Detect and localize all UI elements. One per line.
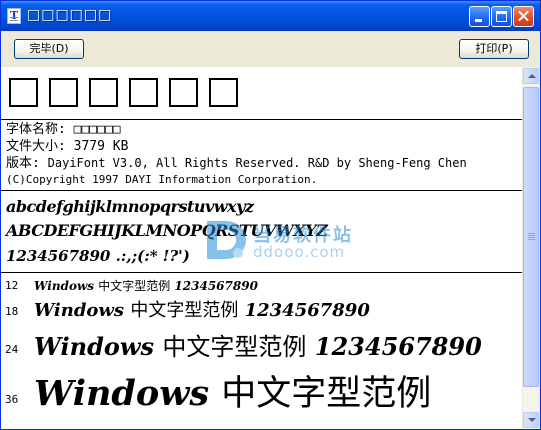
lowercase-sample: abcdefghijklmnopqrstuvwxyz	[6, 197, 254, 216]
missing-glyph-box	[49, 78, 78, 107]
size-label: 36	[5, 393, 19, 406]
arrow-up-icon	[528, 74, 536, 78]
vertical-scrollbar[interactable]	[522, 67, 539, 429]
window-title: □□□□□□	[27, 7, 113, 23]
size-label: 24	[5, 343, 19, 356]
watermark-en-text: ddooo.com	[253, 243, 346, 261]
grip-line	[528, 239, 535, 240]
sample-latin: Windows	[34, 373, 210, 414]
sample-latin: Windows	[34, 332, 155, 361]
toolbar: 完毕(D) 打印(P)	[1, 31, 540, 67]
close-button[interactable]	[513, 6, 534, 27]
font-viewer-window: □□□□□□ 完毕(D) 打印(P) 字体名称: □□□□□□	[0, 0, 541, 430]
size-label: 12	[5, 279, 19, 292]
missing-glyph-box	[209, 78, 238, 107]
divider	[1, 272, 522, 273]
size-sample-text: Windows 中文字型范例	[34, 365, 431, 416]
title-bar[interactable]: □□□□□□	[1, 1, 540, 31]
font-name-row: 字体名称: □□□□□□	[6, 121, 467, 138]
missing-glyph-box	[129, 78, 158, 107]
size-sample-text: Windows 中文字型范例 1234567890	[34, 277, 258, 294]
font-info: 字体名称: □□□□□□ 文件大小: 3779 KB 版本: DayiFont …	[6, 121, 467, 187]
version-value: DayiFont V3.0, All Rights Reserved. R&D …	[47, 156, 467, 170]
copyright-text: (C)Copyright 1997 DAYI Information Corpo…	[6, 173, 318, 186]
sample-cjk: 中文字型范例	[162, 333, 307, 361]
font-name-label: 字体名称:	[6, 122, 66, 137]
file-size-label: 文件大小:	[6, 139, 66, 154]
minimize-icon	[475, 19, 482, 22]
missing-glyph-box	[89, 78, 118, 107]
grip-line	[528, 237, 535, 238]
version-row: 版本: DayiFont V3.0, All Rights Reserved. …	[6, 155, 467, 172]
file-size-row: 文件大小: 3779 KB	[6, 138, 467, 155]
divider	[1, 119, 522, 120]
print-button[interactable]: 打印(P)	[459, 39, 529, 59]
size-sample-text: Windows 中文字型范例 1234567890	[34, 327, 482, 362]
sample-cjk: 中文字型范例	[221, 374, 432, 414]
maximize-icon	[496, 11, 507, 22]
sample-digits: 1234567890	[174, 279, 258, 293]
scroll-down-button[interactable]	[523, 412, 539, 428]
font-file-icon	[7, 8, 21, 24]
sample-latin: Windows	[34, 279, 95, 293]
sample-cjk: 中文字型范例	[98, 279, 171, 293]
scroll-up-button[interactable]	[523, 68, 539, 84]
watermark: 当易软件站 ddooo.com	[201, 215, 381, 265]
sample-digits: 1234567890	[244, 300, 370, 321]
grip-line	[528, 235, 535, 236]
size-label: 18	[5, 305, 19, 318]
divider	[1, 190, 522, 191]
scroll-thumb[interactable]	[523, 87, 539, 387]
arrow-down-icon	[528, 418, 536, 422]
missing-glyph-box	[9, 78, 38, 107]
sample-cjk: 中文字型范例	[130, 300, 239, 321]
maximize-button[interactable]	[491, 6, 512, 27]
size-sample-text: Windows 中文字型范例 1234567890	[34, 296, 370, 322]
font-name-value: □□□□□□	[73, 122, 121, 137]
font-name-preview	[9, 78, 249, 110]
missing-glyph-box	[169, 78, 198, 107]
version-label: 版本:	[6, 156, 40, 171]
digits-sample: 1234567890 .:,;(:* !?')	[6, 247, 190, 265]
font-preview-area[interactable]: 字体名称: □□□□□□ 文件大小: 3779 KB 版本: DayiFont …	[1, 67, 522, 429]
file-size-value: 3779 KB	[73, 139, 129, 154]
grip-line	[528, 233, 535, 234]
sample-latin: Windows	[34, 300, 125, 321]
sample-digits: 1234567890	[314, 332, 482, 361]
watermark-logo-icon	[207, 221, 246, 259]
done-button[interactable]: 完毕(D)	[14, 39, 84, 59]
close-icon	[514, 7, 533, 26]
minimize-button[interactable]	[469, 6, 490, 27]
